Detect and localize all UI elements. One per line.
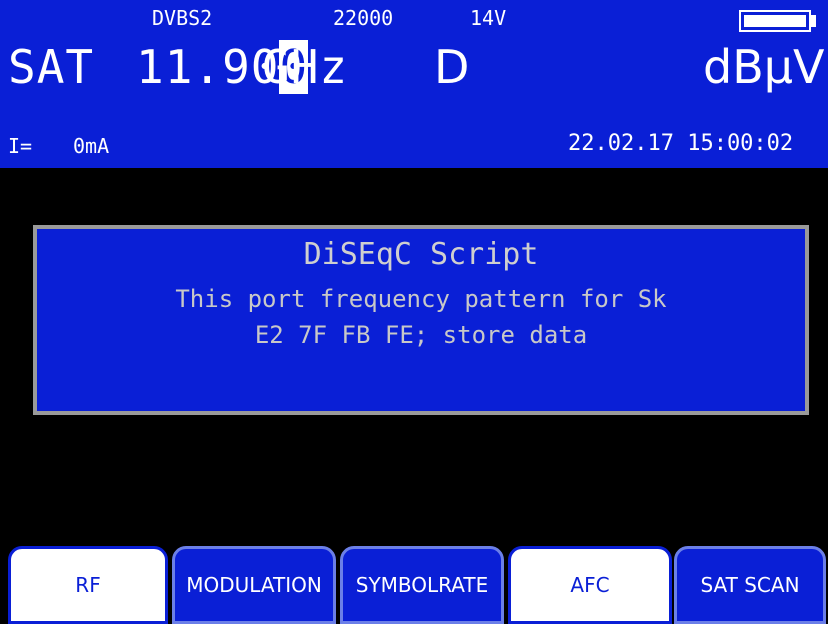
battery-level-fill	[744, 15, 806, 27]
datetime-label: 22.02.17 15:00:02	[568, 131, 794, 156]
polarization-label: D	[434, 40, 470, 94]
symbol-rate-label: 22000	[333, 6, 394, 30]
current-label: I=	[8, 134, 33, 158]
modulation-label: DVBS2	[152, 6, 213, 30]
softkey-bar: RF MODULATION SYMBOLRATE AFC SAT SCAN	[0, 546, 828, 624]
dialog-message-line-1: This port frequency pattern for Sk	[175, 285, 667, 313]
softkey-sat-scan-label: SAT SCAN	[700, 573, 800, 597]
diseqc-script-dialog: DiSEqC Script This port frequency patter…	[33, 225, 809, 415]
softkey-symbolrate[interactable]: SYMBOLRATE	[340, 546, 504, 624]
battery-full-icon	[739, 10, 811, 32]
softkey-rf[interactable]: RF	[8, 546, 168, 624]
dialog-title: DiSEqC Script	[303, 237, 539, 272]
softkey-symbolrate-label: SYMBOLRATE	[355, 573, 489, 597]
frequency-digits: 11.90	[136, 40, 280, 94]
softkey-modulation[interactable]: MODULATION	[172, 546, 336, 624]
softkey-sat-scan[interactable]: SAT SCAN	[674, 546, 826, 624]
softkey-afc-label: AFC	[570, 573, 610, 597]
battery-tip	[811, 15, 816, 27]
softkey-modulation-label: MODULATION	[186, 573, 322, 597]
dialog-message-line-2: E2 7F FB FE; store data	[254, 321, 588, 349]
lnb-voltage-label: 14V	[470, 6, 507, 30]
status-header: DVBS2 22000 14V SAT 11.900 GHz D dBµV I=…	[0, 0, 828, 168]
level-unit-label: dBµV	[703, 40, 825, 94]
current-value: 0mA	[73, 134, 110, 158]
band-label: SAT	[8, 40, 95, 94]
softkey-rf-label: RF	[75, 573, 101, 597]
softkey-afc[interactable]: AFC	[508, 546, 672, 624]
frequency-unit: GHz	[262, 40, 349, 94]
